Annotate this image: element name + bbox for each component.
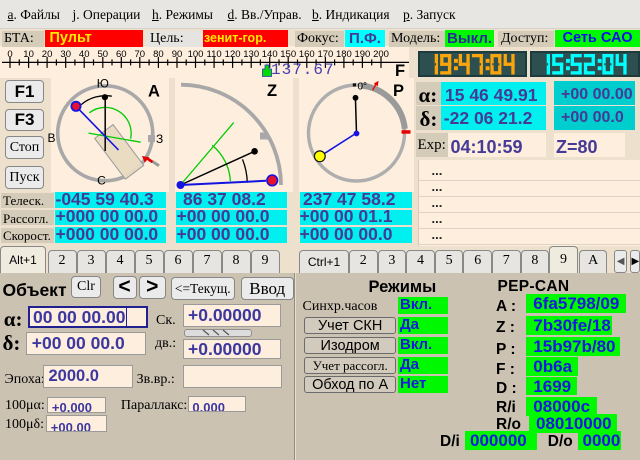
- svg-text:170: 170: [317, 49, 333, 60]
- svg-text:В: В: [48, 131, 56, 145]
- svg-text:100: 100: [188, 49, 204, 60]
- svg-text:200: 200: [373, 49, 389, 60]
- svg-text:150: 150: [280, 49, 296, 60]
- svg-text:З: З: [156, 132, 163, 146]
- svg-text:20: 20: [42, 49, 53, 60]
- svg-text:60: 60: [116, 49, 127, 60]
- svg-text:120: 120: [225, 49, 241, 60]
- svg-text:Ю: Ю: [97, 76, 109, 90]
- svg-text:50: 50: [98, 49, 109, 60]
- svg-text:130: 130: [243, 49, 259, 60]
- svg-text:80: 80: [153, 49, 164, 60]
- svg-text:0°: 0°: [358, 82, 368, 93]
- svg-text:Z: Z: [267, 82, 277, 100]
- svg-text:10: 10: [23, 49, 34, 60]
- svg-text:30: 30: [60, 49, 71, 60]
- svg-text:90: 90: [172, 49, 183, 60]
- svg-text:70: 70: [135, 49, 146, 60]
- svg-text:190: 190: [354, 49, 370, 60]
- svg-text:С: С: [97, 174, 106, 188]
- svg-text:40: 40: [79, 49, 90, 60]
- svg-text:А: А: [148, 83, 160, 101]
- svg-text:110: 110: [207, 49, 222, 60]
- svg-text:160: 160: [299, 49, 315, 60]
- svg-text:180: 180: [336, 49, 352, 60]
- svg-text:140: 140: [262, 49, 278, 60]
- svg-text:0: 0: [7, 49, 12, 60]
